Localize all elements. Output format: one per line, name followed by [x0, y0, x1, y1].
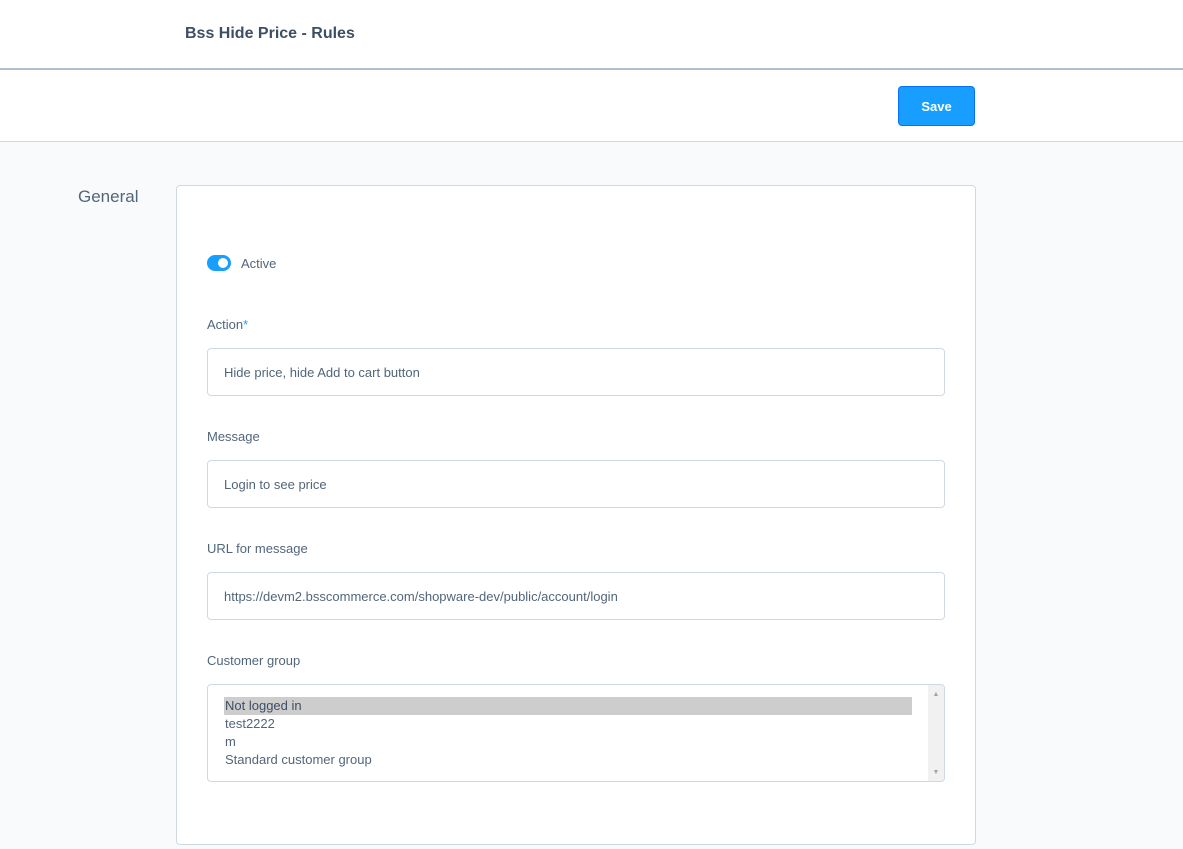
url-field[interactable]: https://devm2.bsscommerce.com/shopware-d… [207, 572, 945, 620]
action-field[interactable]: Hide price, hide Add to cart button [207, 348, 945, 396]
customer-group-select[interactable]: Not logged in test2222 m Standard custom… [207, 684, 945, 782]
scroll-up-arrow-icon[interactable]: ▲ [928, 687, 944, 701]
general-card: Active Action* Hide price, hide Add to c… [176, 185, 976, 845]
url-label: URL for message [207, 541, 308, 556]
option-standard-customer-group[interactable]: Standard customer group [224, 751, 912, 769]
option-not-logged-in[interactable]: Not logged in [224, 697, 912, 715]
active-toggle[interactable] [207, 255, 231, 271]
save-button[interactable]: Save [898, 86, 975, 126]
message-label: Message [207, 429, 260, 444]
section-label-general: General [78, 187, 139, 206]
customer-group-options: Not logged in test2222 m Standard custom… [224, 697, 912, 769]
toggle-knob [218, 258, 228, 268]
action-bar: Save [0, 70, 1183, 142]
scroll-down-arrow-icon[interactable]: ▼ [928, 765, 944, 779]
page-title: Bss Hide Price - Rules [185, 25, 355, 42]
scrollbar[interactable]: ▲ ▼ [928, 685, 944, 781]
customer-group-label: Customer group [207, 653, 301, 668]
action-label-text: Action [207, 317, 244, 332]
top-header: Bss Hide Price - Rules [0, 0, 1183, 70]
active-toggle-row: Active [207, 255, 276, 271]
required-mark: * [243, 317, 249, 332]
action-value: Hide price, hide Add to cart button [224, 364, 420, 380]
message-value: Login to see price [224, 476, 327, 492]
option-m[interactable]: m [224, 733, 912, 751]
active-label: Active [241, 255, 277, 271]
action-label: Action* [207, 317, 248, 332]
message-field[interactable]: Login to see price [207, 460, 945, 508]
option-test2222[interactable]: test2222 [224, 715, 912, 733]
url-value: https://devm2.bsscommerce.com/shopware-d… [224, 588, 618, 604]
